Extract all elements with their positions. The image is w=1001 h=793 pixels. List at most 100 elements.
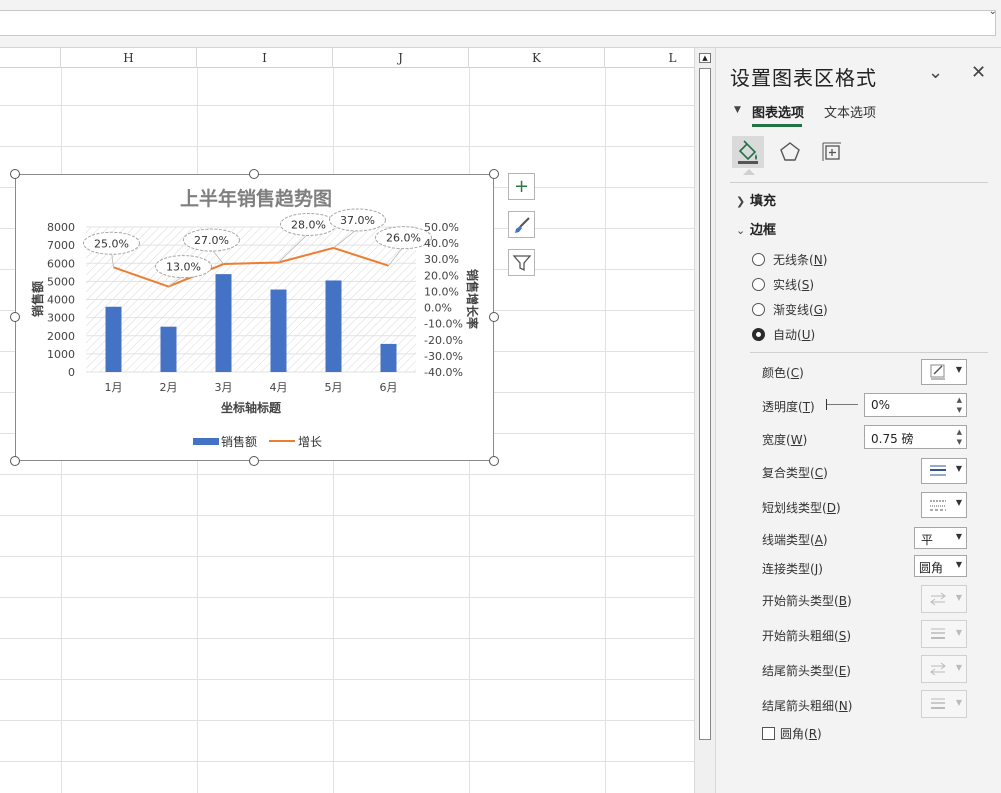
arrows-icon — [930, 662, 946, 676]
pane-divider — [730, 182, 988, 183]
transparency-slider-thumb[interactable] — [826, 399, 827, 410]
chart-legend[interactable]: 销售额 增长 — [193, 434, 322, 449]
radio-automatic[interactable]: 自动(U) — [752, 326, 815, 343]
column-header-k[interactable]: K — [469, 48, 605, 68]
radio-button[interactable] — [752, 303, 765, 316]
radio-button[interactable] — [752, 278, 765, 291]
grid-line — [0, 638, 694, 639]
begin-arrow-size-dropdown[interactable]: ▼ — [921, 620, 967, 648]
compound-type-label: 复合类型(C) — [762, 466, 828, 480]
chart-area[interactable]: 25.0% 13.0% 27.0% 28.0% 37.0% 26.0% 0 1000 2000… — [15, 174, 494, 461]
end-arrow-type-dropdown[interactable]: ▼ — [921, 655, 967, 683]
column-header-bar: H I J K L — [0, 48, 694, 68]
column-header-l[interactable]: L — [605, 48, 694, 68]
expand-formula-bar-icon[interactable]: ⌄ — [989, 6, 997, 17]
legend-label-sales: 销售额 — [221, 434, 257, 449]
end-arrow-size-dropdown[interactable]: ▼ — [921, 690, 967, 718]
grid-line — [0, 146, 694, 147]
bar[interactable] — [105, 306, 122, 372]
end-arrow-type-label: 结尾箭头类型(E) — [762, 664, 851, 678]
pane-options-chevron-icon[interactable]: ⌄ — [928, 62, 943, 83]
size-properties-category-button[interactable] — [816, 136, 848, 168]
scroll-up-arrow-icon[interactable]: ▲ — [699, 53, 711, 63]
grid-line — [605, 68, 606, 793]
resize-handle[interactable] — [10, 169, 20, 179]
cap-type-value: 平 — [921, 533, 934, 547]
resize-handle[interactable] — [489, 169, 499, 179]
tab-text-options[interactable]: 文本选项 — [824, 102, 876, 121]
section-fill-header[interactable]: ❯ 填充 — [736, 190, 776, 209]
chart-elements-button[interactable]: + — [508, 173, 535, 200]
x-tick-label: 1月 — [105, 381, 123, 394]
radio-gradient-line[interactable]: 渐变线(G) — [752, 301, 828, 318]
y-tick-label: 2000 — [47, 330, 75, 343]
secondary-y-axis-title[interactable]: 销售增长率 — [465, 269, 480, 329]
tab-chart-options[interactable]: 图表选项 — [752, 102, 804, 121]
vertical-scrollbar[interactable]: ▲ — [694, 48, 716, 793]
data-label: 13.0% — [166, 261, 201, 274]
tab-dropdown-icon[interactable]: ▼ — [734, 105, 741, 115]
bar[interactable] — [325, 280, 342, 372]
color-picker-button[interactable]: ▼ — [921, 359, 967, 385]
resize-handle[interactable] — [249, 169, 259, 179]
resize-handle[interactable] — [489, 456, 499, 466]
resize-handle[interactable] — [10, 312, 20, 322]
spin-up-icon[interactable]: ▲ — [957, 428, 962, 436]
x-tick-label: 5月 — [325, 381, 343, 394]
resize-handle[interactable] — [10, 456, 20, 466]
chart-title[interactable]: 上半年销售趋势图 — [180, 187, 332, 210]
transparency-slider-track[interactable] — [826, 404, 858, 405]
paint-bucket-icon — [738, 140, 758, 164]
grid-line — [0, 720, 694, 721]
grid-line — [0, 515, 694, 516]
column-header-g[interactable] — [0, 48, 61, 68]
rounded-corners-checkbox[interactable] — [762, 727, 775, 740]
x-axis-title[interactable]: 坐标轴标题 — [221, 400, 282, 415]
secondary-y-tick-label: 50.0% — [424, 221, 459, 234]
grid-line — [0, 556, 694, 557]
spin-up-icon[interactable]: ▲ — [957, 396, 962, 404]
fill-line-category-button[interactable] — [732, 136, 764, 168]
effects-category-button[interactable] — [774, 136, 806, 168]
bar[interactable] — [215, 274, 232, 372]
close-icon[interactable]: ✕ — [971, 62, 986, 83]
cap-type-dropdown[interactable]: 平 ▼ — [914, 527, 967, 549]
data-label: 37.0% — [340, 214, 375, 227]
data-label: 25.0% — [94, 237, 129, 250]
radio-no-line[interactable]: 无线条(N) — [752, 251, 827, 268]
spin-down-icon[interactable]: ▼ — [957, 438, 962, 446]
bar[interactable] — [380, 343, 397, 372]
bar[interactable] — [270, 289, 287, 372]
y-tick-label: 1000 — [47, 348, 75, 361]
spin-down-icon[interactable]: ▼ — [957, 406, 962, 414]
bar[interactable] — [160, 326, 177, 372]
radio-solid-line[interactable]: 实线(S) — [752, 276, 814, 293]
join-type-dropdown[interactable]: 圆角 ▼ — [914, 555, 967, 577]
y-tick-label: 3000 — [47, 312, 75, 325]
width-input[interactable]: 0.75 磅 ▲ ▼ — [864, 425, 967, 449]
dropdown-arrow-icon: ▼ — [955, 560, 962, 569]
column-header-j[interactable]: J — [333, 48, 469, 68]
grid-line — [0, 474, 694, 475]
color-label: 颜色(C) — [762, 366, 804, 380]
column-header-h[interactable]: H — [61, 48, 197, 68]
section-border-header[interactable]: ⌄ 边框 — [736, 219, 776, 238]
section-fill-label: 填充 — [750, 194, 777, 209]
chart-styles-button[interactable] — [508, 211, 535, 238]
chart-filters-button[interactable] — [508, 249, 535, 276]
scrollbar-thumb[interactable] — [699, 68, 711, 740]
compound-type-dropdown[interactable]: ▼ — [921, 458, 967, 484]
formula-input[interactable] — [0, 10, 996, 36]
radio-button[interactable] — [752, 253, 765, 266]
resize-handle[interactable] — [489, 312, 499, 322]
width-value: 0.75 磅 — [871, 432, 914, 446]
radio-button-selected[interactable] — [752, 328, 765, 341]
begin-arrow-type-dropdown[interactable]: ▼ — [921, 585, 967, 613]
dash-type-dropdown[interactable]: ▼ — [921, 492, 967, 518]
column-header-i[interactable]: I — [197, 48, 333, 68]
resize-handle[interactable] — [249, 456, 259, 466]
grid-line — [0, 761, 694, 762]
x-tick-label: 6月 — [380, 381, 398, 394]
transparency-input[interactable]: 0% ▲ ▼ — [864, 393, 967, 417]
y-axis-title[interactable]: 销售额 — [30, 281, 45, 317]
